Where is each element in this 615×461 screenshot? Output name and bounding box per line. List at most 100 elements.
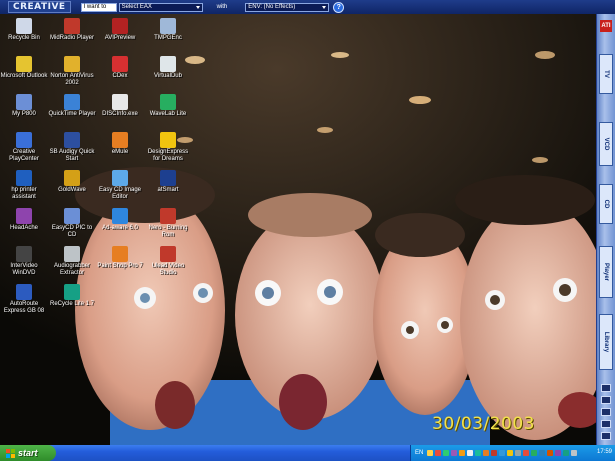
microsoft-outlook-icon bbox=[16, 56, 32, 72]
want-label: I want to bbox=[80, 2, 117, 12]
media-sidebar: ATI TV VCD CD Player Library bbox=[596, 14, 615, 445]
desktop-icon-autoroute[interactable]: AutoRoute Express GB 08 bbox=[0, 284, 48, 315]
tab-player[interactable]: Player bbox=[599, 246, 613, 298]
desktop-icon-audiograbber[interactable]: Audiograbber Extractor bbox=[48, 246, 96, 277]
eax-select[interactable]: Select EAX bbox=[118, 2, 203, 12]
desktop-icon-label: Norton AntiVirus 2002 bbox=[50, 73, 94, 86]
help-icon[interactable]: ? bbox=[333, 1, 345, 13]
desktop-icon-midradio-player[interactable]: MidRadio Player bbox=[48, 18, 96, 42]
desktop-icon-label: ReCycle Lite 1.7 bbox=[49, 301, 95, 307]
desktop-icon-my-p800[interactable]: My P800 bbox=[0, 94, 48, 118]
sidebar-control-5[interactable] bbox=[601, 432, 611, 440]
tray-icon[interactable] bbox=[491, 450, 498, 456]
intervideo-windvd-icon bbox=[16, 246, 32, 262]
eax-select-value: Select EAX bbox=[121, 4, 152, 10]
tray-icon[interactable] bbox=[539, 450, 546, 456]
headache-icon bbox=[16, 208, 32, 224]
desktop-icon-intervideo-windvd[interactable]: InterVideo WinDVD bbox=[0, 246, 48, 277]
desktop-icon-label: AVIPreview bbox=[104, 35, 136, 41]
audiograbber-icon bbox=[64, 246, 80, 262]
desktop-icon-recycle-lite[interactable]: ReCycle Lite 1.7 bbox=[48, 284, 96, 308]
ati-badge[interactable]: ATI bbox=[600, 20, 612, 32]
desktop-icon-headache[interactable]: HeadAche bbox=[0, 208, 48, 232]
tray-icon[interactable] bbox=[467, 450, 474, 456]
effect-select-value: ENV: (No Effects) bbox=[248, 4, 296, 10]
tray-icon[interactable] bbox=[443, 450, 450, 456]
tmpgenc-icon bbox=[160, 18, 176, 34]
adaware-icon bbox=[112, 208, 128, 224]
desktop-icon-atl-tool[interactable]: atSmart bbox=[144, 170, 192, 194]
desktop-icon-norton-antivirus[interactable]: Norton AntiVirus 2002 bbox=[48, 56, 96, 87]
clock[interactable]: 17:59 bbox=[597, 449, 612, 455]
tab-cd[interactable]: CD bbox=[599, 184, 613, 224]
tray-icon[interactable] bbox=[563, 450, 570, 456]
sidebar-control-2[interactable] bbox=[601, 396, 611, 404]
paint-shop-pro-icon bbox=[112, 246, 128, 262]
chevron-down-icon bbox=[195, 5, 200, 9]
desktop-icon-label: WaveLab Lite bbox=[149, 111, 187, 117]
desktop-icon-adaware[interactable]: Ad-aware 6.0 bbox=[96, 208, 144, 232]
creative-eax-toolbar: CREATIVE I want to Select EAX with ENV: … bbox=[0, 0, 615, 14]
desktop-icon-label: InterVideo WinDVD bbox=[10, 263, 38, 276]
tray-icon[interactable] bbox=[531, 450, 538, 456]
tray-icon[interactable] bbox=[427, 450, 434, 456]
tray-icon[interactable] bbox=[435, 450, 442, 456]
tray-icon[interactable] bbox=[499, 450, 506, 456]
desktop-icon-quicktime-player[interactable]: QuickTime Player bbox=[48, 94, 96, 118]
language-indicator[interactable]: EN bbox=[415, 450, 423, 456]
desktop-icon-microsoft-outlook[interactable]: Microsoft Outlook bbox=[0, 56, 48, 80]
hp-printer-assistant-icon bbox=[16, 170, 32, 186]
desktop-icon-label: DesignExpress for Dreams bbox=[147, 149, 189, 162]
photo-datestamp: 30/03/2003 bbox=[432, 414, 535, 434]
desktop-icon-easycd-image-editor[interactable]: Easy CD Image Editor bbox=[96, 170, 144, 201]
desktop-icon-label: HeadAche bbox=[9, 225, 39, 231]
desktop-icon-designexpress[interactable]: DesignExpress for Dreams bbox=[144, 132, 192, 163]
desktop-icon-paint-shop-pro[interactable]: Paint Shop Pro 7 bbox=[96, 246, 144, 270]
desktop-icon-label: GoldWave bbox=[58, 187, 86, 193]
tray-icon[interactable] bbox=[515, 450, 522, 456]
desktop-icon-dvd-studio[interactable]: Ulead Video Studio bbox=[144, 246, 192, 277]
creative-playcenter-icon bbox=[16, 132, 32, 148]
system-tray: EN 17:59 bbox=[410, 445, 615, 461]
desktop-icon-tmpgenc[interactable]: TMPGEnc bbox=[144, 18, 192, 42]
effect-select[interactable]: ENV: (No Effects) bbox=[245, 2, 330, 12]
recycle-lite-icon bbox=[64, 284, 80, 300]
dvd-studio-icon bbox=[160, 246, 176, 262]
tab-library[interactable]: Library bbox=[599, 314, 613, 370]
tray-icon[interactable] bbox=[459, 450, 466, 456]
tray-icon[interactable] bbox=[523, 450, 530, 456]
tray-icon[interactable] bbox=[555, 450, 562, 456]
desktop-icon-nero-burning-rom[interactable]: Nero - Burning Rom bbox=[144, 208, 192, 239]
desktop-icon-sb-audigy-quick-start[interactable]: SB Audigy Quick Start bbox=[48, 132, 96, 163]
tray-icon[interactable] bbox=[483, 450, 490, 456]
desktop-icon-cdex[interactable]: CDex bbox=[96, 56, 144, 80]
desktop-icon-hp-printer-assistant[interactable]: hp printer assistant bbox=[0, 170, 48, 201]
tray-icon[interactable] bbox=[475, 450, 482, 456]
desktop-icon-virtualdub[interactable]: VirtualDub bbox=[144, 56, 192, 80]
tray-icon[interactable] bbox=[507, 450, 514, 456]
desktop-icon-creative-playcenter[interactable]: Creative PlayCenter bbox=[0, 132, 48, 163]
desktop-icon-recycle-bin[interactable]: Recycle Bin bbox=[0, 18, 48, 42]
desktop-icon-label: Audiograbber Extractor bbox=[53, 263, 91, 276]
sidebar-control-3[interactable] bbox=[601, 408, 611, 416]
desktop-icon-discinfo[interactable]: DISCInfo.exe bbox=[96, 94, 144, 118]
desktop-icon-label: hp printer assistant bbox=[11, 187, 37, 200]
desktop-icon-goldwave[interactable]: GoldWave bbox=[48, 170, 96, 194]
tab-tv[interactable]: TV bbox=[599, 54, 613, 94]
start-button[interactable]: start bbox=[0, 445, 56, 461]
desktop-icon-emule[interactable]: eMule bbox=[96, 132, 144, 156]
desktop-icon-wavelab-lite[interactable]: WaveLab Lite bbox=[144, 94, 192, 118]
tab-vcd[interactable]: VCD bbox=[599, 122, 613, 166]
desktop-icon-label: eMule bbox=[111, 149, 129, 155]
sidebar-control-1[interactable] bbox=[601, 384, 611, 392]
tray-icon[interactable] bbox=[547, 450, 554, 456]
tray-icon[interactable] bbox=[571, 450, 578, 456]
recycle-bin-icon bbox=[16, 18, 32, 34]
with-label: with bbox=[216, 4, 228, 10]
sidebar-control-4[interactable] bbox=[601, 420, 611, 428]
tray-icon[interactable] bbox=[451, 450, 458, 456]
nero-burning-rom-icon bbox=[160, 208, 176, 224]
desktop-icon-avipreview[interactable]: AVIPreview bbox=[96, 18, 144, 42]
desktop-icon-easycd-pic-to-cd[interactable]: EasyCD PIC to CD bbox=[48, 208, 96, 239]
quicktime-player-icon bbox=[64, 94, 80, 110]
